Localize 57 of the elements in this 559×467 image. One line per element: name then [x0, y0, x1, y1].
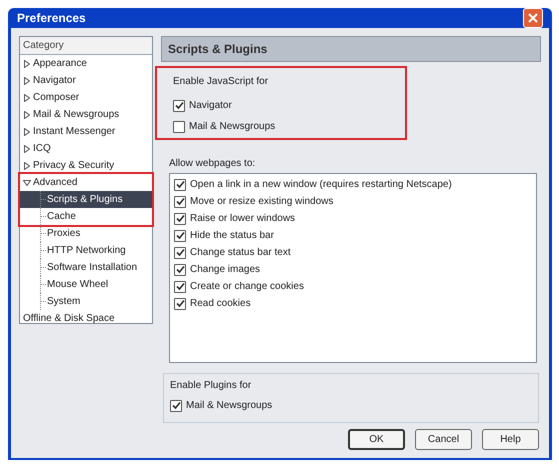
tree-item[interactable]: Composer [33, 90, 80, 105]
tree-item[interactable]: Proxies [20, 225, 152, 242]
collapsed-arrow-icon[interactable] [23, 110, 31, 118]
tree-item[interactable]: ICQ [33, 141, 51, 156]
close-button[interactable] [523, 8, 543, 28]
group-legend: Enable JavaScript for [173, 74, 405, 89]
checkbox[interactable] [174, 280, 186, 292]
checkbox[interactable] [174, 212, 186, 224]
tree-item[interactable]: Scripts & Plugins [20, 191, 152, 208]
tree-item[interactable]: Offline & Disk Space [23, 311, 115, 326]
checkbox-label: Change status bar text [190, 246, 291, 260]
group-legend: Enable Plugins for [170, 378, 532, 393]
dialog-button[interactable]: Cancel [415, 429, 472, 450]
tree-item[interactable]: Mail & Newsgroups [33, 107, 120, 122]
tree-item[interactable]: Instant Messenger [33, 124, 116, 139]
panel-header: Scripts & Plugins [161, 36, 541, 62]
checkbox-label: Open a link in a new window (requires restarting Netscape) [190, 178, 452, 192]
checkbox-label: Move or resize existing windows [190, 195, 334, 209]
checkbox-label: Read cookies [190, 297, 251, 311]
checkbox-label: Mail & Newsgroups [189, 120, 276, 134]
checkbox[interactable] [174, 298, 186, 310]
checkbox[interactable] [174, 196, 186, 208]
default-button[interactable]: OK [348, 429, 405, 450]
column-header: Category [20, 37, 152, 55]
tree-item[interactable]: Appearance [33, 56, 87, 71]
tree-item[interactable]: Cache [20, 208, 152, 225]
checkbox-label: Create or change cookies [190, 280, 304, 294]
tree-item[interactable]: System [20, 293, 152, 310]
tree-item[interactable]: Advanced [33, 175, 78, 190]
checkbox-label: Raise or lower windows [190, 212, 296, 226]
window-title: Preferences [17, 10, 86, 27]
checkbox-label: Navigator [189, 99, 232, 113]
checkbox[interactable] [174, 178, 186, 190]
checkbox-label: Change images [190, 263, 260, 277]
checkbox[interactable] [174, 230, 186, 242]
dialog-button[interactable]: Help [482, 429, 539, 450]
collapsed-arrow-icon[interactable] [23, 76, 31, 84]
close-icon [528, 13, 538, 23]
collapsed-arrow-icon[interactable] [23, 128, 31, 136]
checkbox[interactable] [174, 264, 186, 276]
collapsed-arrow-icon[interactable] [23, 162, 31, 170]
tree-item[interactable]: Navigator [33, 73, 76, 88]
collapsed-arrow-icon[interactable] [23, 94, 31, 102]
collapsed-arrow-icon[interactable] [23, 60, 31, 68]
tree-item[interactable]: Privacy & Security [33, 158, 114, 173]
checkbox[interactable] [173, 120, 185, 132]
tree-item[interactable]: HTTP Networking [20, 242, 152, 259]
section-label: Allow webpages to: [169, 157, 256, 171]
checkbox-label: Hide the status bar [190, 229, 274, 243]
checkbox[interactable] [174, 246, 186, 258]
expanded-arrow-icon[interactable] [23, 180, 31, 186]
checkbox-label: Mail & Newsgroups [186, 399, 272, 413]
tree-item[interactable]: Mouse Wheel [20, 276, 152, 293]
tree-item[interactable]: Software Installation [20, 259, 152, 276]
collapsed-arrow-icon[interactable] [23, 144, 31, 152]
checkbox[interactable] [170, 400, 182, 412]
checkbox[interactable] [173, 100, 185, 112]
